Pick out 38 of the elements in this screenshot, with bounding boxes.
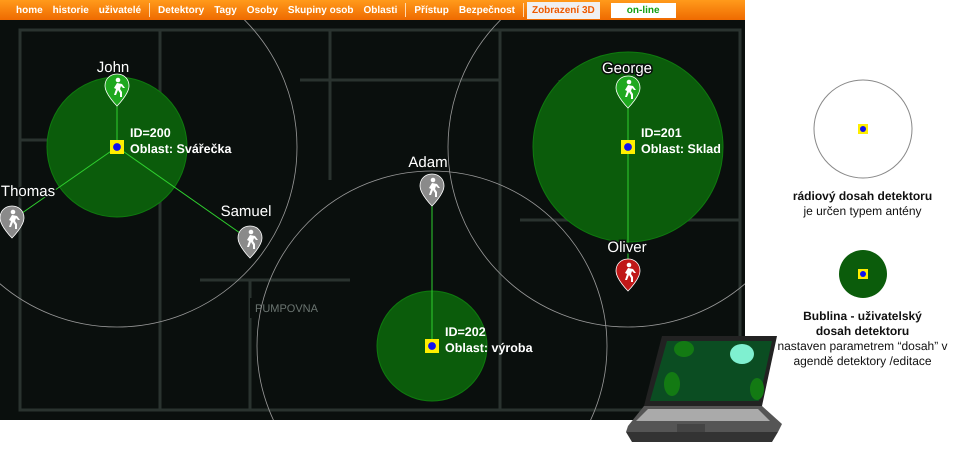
detector-area: Oblast: Sklad: [641, 142, 721, 156]
legend-title: rádiový dosah detektoru: [792, 189, 934, 204]
nav-link[interactable]: Přístup: [409, 2, 454, 18]
person-name: Thomas: [0, 183, 56, 200]
person-name: Adam: [408, 154, 448, 171]
nav-link[interactable]: home: [11, 2, 48, 18]
nav-link[interactable]: Detektory: [153, 2, 210, 18]
person-pin-icon[interactable]: [104, 74, 130, 106]
person-pin-icon[interactable]: [616, 76, 640, 108]
nav-link[interactable]: historie: [48, 2, 94, 18]
person-pin-icon[interactable]: [238, 226, 262, 258]
nav-link[interactable]: uživatelé: [94, 2, 146, 18]
detector-icon[interactable]: [110, 140, 124, 154]
legend-text: nastaven parametrem “dosah” v agendě detektory /editace: [776, 339, 949, 369]
detector-id: ID=201: [641, 126, 682, 140]
detector-area: Oblast: Svářečka: [130, 142, 232, 156]
detector-area: Oblast: výroba: [445, 341, 533, 355]
person-pin-icon[interactable]: [616, 258, 640, 292]
nav-link[interactable]: Zobrazení 3D: [526, 2, 600, 18]
legend-text: je určen typem antény: [802, 204, 923, 219]
person-name: John: [96, 59, 130, 76]
person-name: George: [602, 60, 652, 77]
nav-link[interactable]: Skupiny osob: [282, 2, 358, 18]
nav-link[interactable]: Osoby: [242, 2, 283, 18]
person-pin-icon[interactable]: [420, 174, 444, 206]
detector-icon[interactable]: [425, 339, 439, 353]
person-pin-icon[interactable]: [0, 206, 24, 238]
nav-link[interactable]: Bezpečnost: [454, 2, 520, 18]
detector-id: ID=200: [130, 126, 171, 140]
nav-link[interactable]: Tagy: [209, 2, 242, 18]
range-bubble-icon: [838, 249, 888, 299]
person-name: Samuel: [220, 203, 272, 220]
status-badge: on-line: [610, 2, 676, 18]
detector-icon[interactable]: [621, 140, 635, 154]
legend-title: Bublina - uživatelský dosah detektoru: [802, 309, 923, 339]
radio-range-icon: [812, 79, 912, 179]
detector-id: ID=202: [445, 325, 486, 339]
nav-link[interactable]: Oblasti: [358, 2, 402, 18]
